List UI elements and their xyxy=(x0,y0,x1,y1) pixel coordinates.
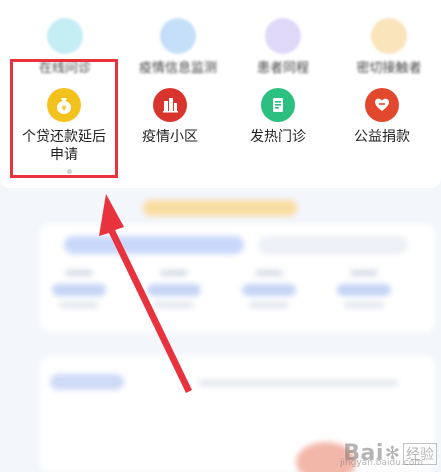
heart-donate-icon xyxy=(365,88,399,122)
service-label: 疫情信息监测 xyxy=(138,61,217,76)
service-epidemic-community[interactable]: 疫情小区 xyxy=(128,88,212,146)
service-close-contact[interactable]: 密切接触者 xyxy=(344,10,434,78)
blurred-content xyxy=(0,188,441,472)
service-epidemic-monitor[interactable]: 疫情信息监测 xyxy=(128,10,228,78)
stats-tab-active xyxy=(64,236,244,254)
service-charity-donation[interactable]: 公益捐款 xyxy=(340,88,424,146)
service-label: 公益捐款 xyxy=(354,129,410,145)
stat-block xyxy=(50,270,108,316)
service-label: 发热门诊 xyxy=(250,129,306,145)
baidu-watermark: Bai ✻ 经验 jingyan.baidu.com xyxy=(339,441,437,468)
patient-icon xyxy=(265,18,301,54)
notice-banner xyxy=(143,200,297,216)
app-screen: 在线问诊 疫情信息监测 患者同程 密切接触者 ¥ 个贷还款延后 申请 疫情小区 … xyxy=(0,0,441,472)
highlight-box xyxy=(10,59,118,178)
stat-block xyxy=(240,270,298,316)
stat-block xyxy=(335,270,393,316)
contact-icon xyxy=(371,18,407,54)
consult-icon xyxy=(47,18,83,54)
monitor-icon xyxy=(160,18,196,54)
stat-block xyxy=(145,270,203,316)
stats-tab-inactive xyxy=(258,236,408,254)
info-tag xyxy=(50,374,124,390)
info-line xyxy=(198,380,398,386)
service-fever-clinic[interactable]: 发热门诊 xyxy=(236,88,320,146)
service-label: 患者同程 xyxy=(256,61,309,76)
clinic-icon xyxy=(261,88,295,122)
service-patient-trip[interactable]: 患者同程 xyxy=(246,10,320,78)
service-label: 疫情小区 xyxy=(142,129,198,145)
watermark-sub: jingyan.baidu.com xyxy=(339,458,423,468)
service-label: 密切接触者 xyxy=(356,61,422,76)
community-building-icon xyxy=(153,88,187,122)
